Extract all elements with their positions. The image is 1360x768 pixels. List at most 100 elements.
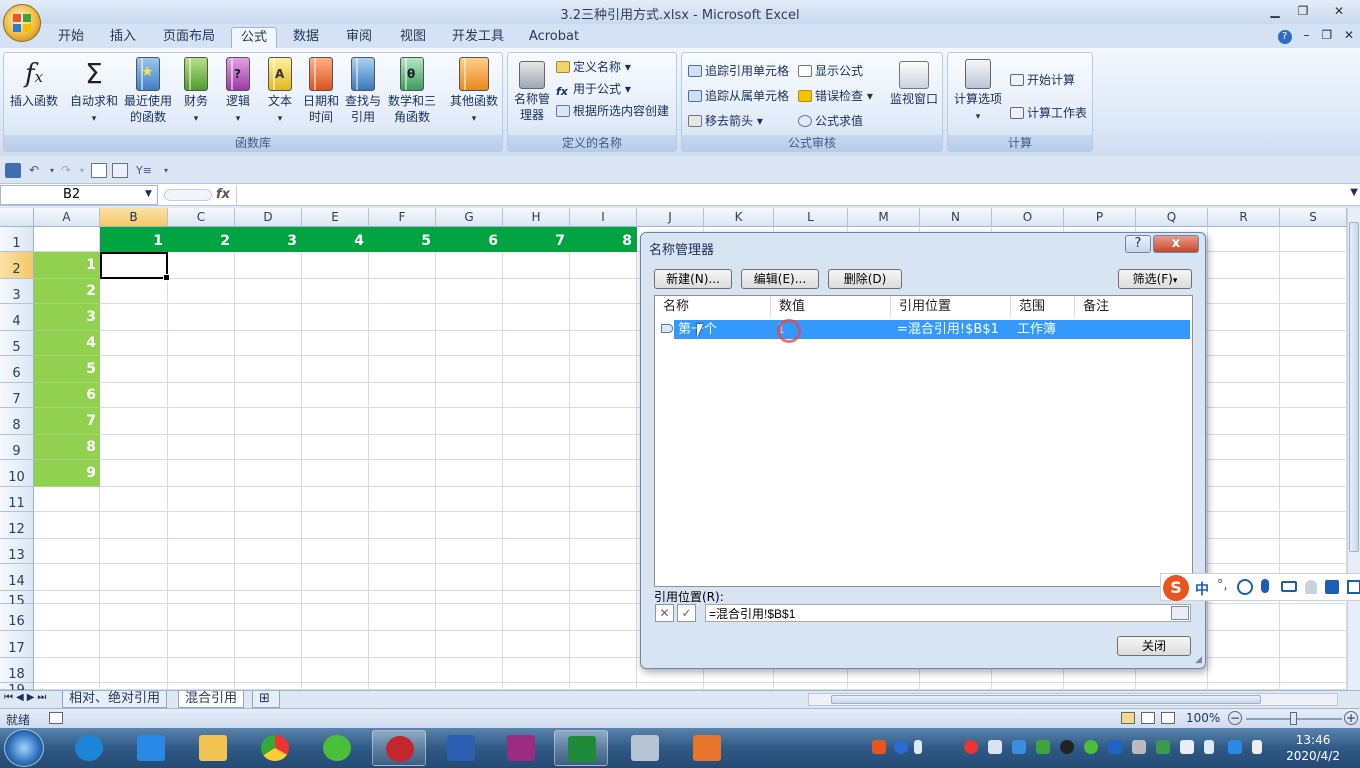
tab-review[interactable]: 审阅 (338, 27, 380, 48)
taskbar-chrome[interactable] (248, 730, 302, 766)
row-header-10[interactable]: 10 (0, 460, 34, 487)
tray-record-icon[interactable] (964, 740, 978, 754)
row-header-9[interactable]: 9 (0, 435, 34, 460)
ime-voice-icon[interactable] (1261, 579, 1269, 593)
save-icon[interactable] (5, 163, 21, 178)
ime-lang[interactable]: 中 (1195, 579, 1209, 599)
tab-view[interactable]: 视图 (392, 27, 434, 48)
cell-row1[interactable]: 6 (436, 227, 503, 252)
zoom-out-icon[interactable]: − (1228, 711, 1242, 725)
formula-input[interactable] (236, 185, 1346, 205)
taskbar-wechat[interactable] (310, 730, 364, 766)
names-list[interactable]: 名称 数值 引用位置 范围 备注 第一个 1 =混合引用!$B$1 工作簿 (654, 295, 1193, 587)
column-header-J[interactable]: J (637, 208, 704, 227)
tab-formulas[interactable]: 公式 (231, 27, 277, 48)
row-header-5[interactable]: 5 (0, 331, 34, 356)
column-header-M[interactable]: M (848, 208, 920, 227)
formula-bar-divider[interactable] (164, 189, 212, 201)
row-header-1[interactable]: 1 (0, 227, 34, 252)
text-button[interactable]: A 文本 ▾ (260, 57, 300, 127)
page-layout-view-icon[interactable] (1141, 712, 1155, 724)
name-manager-button[interactable]: 名称管理器 (510, 57, 554, 123)
collapse-dialog-icon[interactable] (1171, 606, 1189, 620)
row-header-14[interactable]: 14 (0, 564, 34, 591)
redo-icon[interactable]: ↷ (58, 163, 74, 178)
evaluate-formula-button[interactable]: 公式求值 (798, 112, 863, 130)
taskbar-app-red[interactable] (372, 730, 426, 766)
column-header-S[interactable]: S (1280, 208, 1347, 227)
scroll-thumb[interactable] (1349, 222, 1359, 552)
refers-to-input[interactable] (705, 604, 1191, 622)
taskbar-ie[interactable] (62, 730, 116, 766)
column-header-E[interactable]: E (302, 208, 369, 227)
cell-colA[interactable]: 5 (34, 356, 100, 383)
minimize-icon[interactable]: ▁ (1262, 2, 1288, 20)
tray-app-icon[interactable] (1156, 740, 1170, 754)
autosum-button[interactable]: Σ 自动求和 ▾ (66, 57, 122, 127)
define-name-button[interactable]: 定义名称 ▾ (556, 58, 631, 76)
row-header-6[interactable]: 6 (0, 356, 34, 383)
tray-network-icon[interactable] (1132, 740, 1146, 754)
picture-icon[interactable] (112, 163, 128, 178)
zoom-level[interactable]: 100% (1186, 711, 1220, 725)
error-checking-button[interactable]: 错误检查 ▾ (798, 87, 873, 105)
datetime-button[interactable]: 日期和时间 (300, 57, 342, 125)
ime-tools-icon[interactable] (1347, 580, 1360, 594)
list-header-name[interactable]: 名称 (655, 296, 771, 318)
tray-mic-icon[interactable] (914, 740, 922, 754)
dialog-help-button[interactable]: ? (1125, 235, 1151, 253)
taskbar-winrar[interactable] (494, 730, 548, 766)
tab-developer[interactable]: 开发工具 (446, 27, 510, 48)
column-header-Q[interactable]: Q (1136, 208, 1208, 227)
ime-skin-icon[interactable] (1325, 580, 1339, 594)
customize-qat-icon[interactable]: ▾ (158, 163, 174, 178)
insert-function-fx-icon[interactable]: fx (216, 187, 230, 202)
column-header-H[interactable]: H (503, 208, 570, 227)
vertical-scrollbar[interactable] (1347, 208, 1360, 690)
cell-colA[interactable]: 6 (34, 383, 100, 408)
math-button[interactable]: θ 数学和三角函数 (386, 57, 438, 125)
cell-colA[interactable]: 8 (34, 435, 100, 460)
sheet-nav-icons[interactable]: ⏮◀▶⏭ (4, 692, 49, 703)
row-header-19[interactable]: 19 (0, 683, 34, 690)
row-header-4[interactable]: 4 (0, 304, 34, 331)
sogou-logo-icon[interactable]: S (1163, 575, 1189, 601)
more-functions-button[interactable]: 其他函数 ▾ (446, 57, 502, 127)
confirm-edit-icon[interactable]: ✓ (677, 604, 696, 622)
tray-wechat-icon[interactable] (1084, 740, 1098, 754)
column-header-F[interactable]: F (369, 208, 436, 227)
column-header-L[interactable]: L (774, 208, 848, 227)
zoom-slider-thumb[interactable] (1290, 712, 1297, 725)
column-header-C[interactable]: C (168, 208, 235, 227)
lookup-button[interactable]: 查找与引用 (342, 57, 384, 125)
insert-sheet-icon[interactable]: ⊞ (252, 691, 280, 708)
ime-punct-icon[interactable]: °, (1217, 578, 1228, 593)
tab-data[interactable]: 数据 (285, 27, 327, 48)
cell-colA[interactable]: 7 (34, 408, 100, 435)
list-header-value[interactable]: 数值 (771, 296, 891, 318)
financial-button[interactable]: 财务 ▾ (176, 57, 216, 127)
tray-flag-icon[interactable] (1228, 740, 1242, 754)
row-header-15[interactable]: 15 (0, 591, 34, 609)
ime-user-icon[interactable] (1305, 580, 1317, 594)
start-button[interactable] (4, 729, 44, 767)
active-cell[interactable] (100, 252, 170, 281)
filter-button[interactable]: 筛选(F)▾ (1118, 269, 1192, 289)
cell-colA[interactable]: 4 (34, 331, 100, 356)
taskbar-explorer[interactable] (186, 730, 240, 766)
dialog-close-x-button[interactable]: x (1153, 235, 1199, 253)
resize-grip-icon[interactable]: ◢ (1195, 655, 1202, 665)
watch-window-button[interactable]: 监视窗口 (886, 57, 942, 107)
workbook-close-icon[interactable]: ✕ (1344, 28, 1354, 42)
cell-row1[interactable]: 5 (369, 227, 436, 252)
name-box-dropdown-icon[interactable]: ▼ (145, 189, 152, 199)
tray-shield-icon[interactable] (1012, 740, 1026, 754)
sheet-tab-relative-absolute[interactable]: 相对、绝对引用 (62, 691, 168, 708)
cell-row1[interactable]: 8 (570, 227, 637, 252)
sort-icon[interactable]: Y≡ (136, 163, 152, 178)
row-header-12[interactable]: 12 (0, 512, 34, 539)
cell-colA[interactable]: 1 (34, 252, 100, 279)
tray-sogou-icon[interactable] (872, 740, 886, 754)
cancel-edit-icon[interactable]: ✕ (655, 604, 674, 622)
help-icon[interactable]: ? (1277, 30, 1292, 44)
